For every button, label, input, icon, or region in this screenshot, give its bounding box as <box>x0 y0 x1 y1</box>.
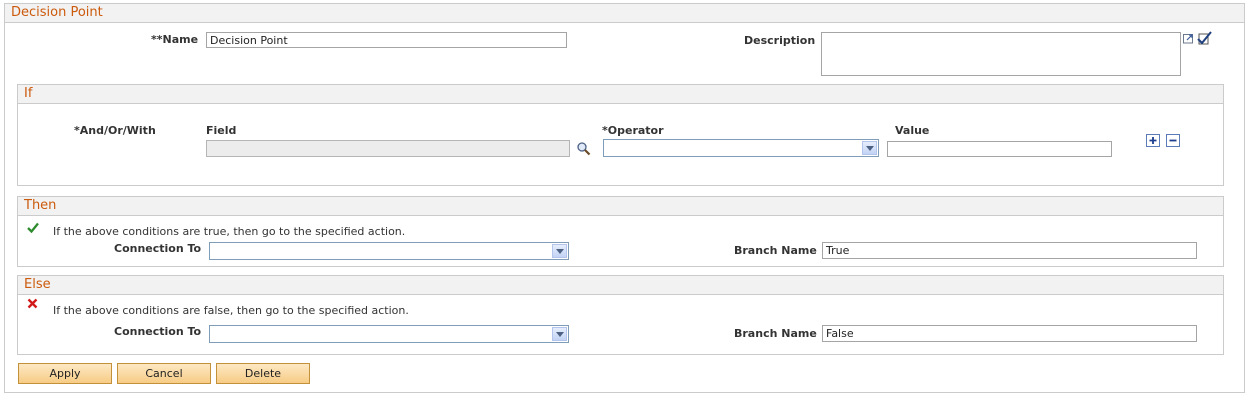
then-section-title: Then <box>18 197 1223 216</box>
description-textarea[interactable] <box>821 32 1181 76</box>
field-input[interactable] <box>206 140 570 157</box>
else-branch-label: Branch Name <box>734 327 817 340</box>
check-icon <box>27 222 39 234</box>
chevron-down-icon <box>552 327 567 341</box>
and-or-with-label: *And/Or/With <box>74 124 156 137</box>
cross-icon <box>27 298 38 309</box>
if-section-title: If <box>18 85 1223 104</box>
else-message: If the above conditions are false, then … <box>53 304 409 317</box>
else-branch-input[interactable]: False <box>822 325 1197 342</box>
chevron-down-icon <box>862 141 877 155</box>
then-connection-label: Connection To <box>114 242 202 255</box>
description-label: Description <box>744 34 816 47</box>
then-connection-select[interactable] <box>209 242 569 260</box>
operator-label: *Operator <box>602 124 664 137</box>
field-label: Field <box>206 124 237 137</box>
value-input[interactable] <box>887 141 1112 157</box>
then-message: If the above conditions are true, then g… <box>53 225 406 238</box>
add-row-icon[interactable] <box>1146 134 1160 147</box>
then-branch-label: Branch Name <box>734 244 817 257</box>
chevron-down-icon <box>552 244 567 258</box>
expand-icon[interactable] <box>1183 33 1194 44</box>
apply-button[interactable]: Apply <box>18 363 112 384</box>
name-input[interactable]: Decision Point <box>206 32 567 48</box>
lookup-icon[interactable] <box>576 141 591 156</box>
else-connection-select[interactable] <box>209 325 569 343</box>
operator-select[interactable] <box>603 139 879 157</box>
then-branch-input[interactable]: True <box>822 242 1197 259</box>
cancel-button[interactable]: Cancel <box>117 363 211 384</box>
delete-button[interactable]: Delete <box>216 363 310 384</box>
page-title: Decision Point <box>5 4 1244 23</box>
name-label: **Name <box>151 33 199 46</box>
delete-row-icon[interactable] <box>1166 134 1180 147</box>
spellcheck-icon[interactable] <box>1197 31 1213 45</box>
else-section-title: Else <box>18 276 1223 295</box>
value-label: Value <box>895 124 930 137</box>
else-connection-label: Connection To <box>114 325 202 338</box>
